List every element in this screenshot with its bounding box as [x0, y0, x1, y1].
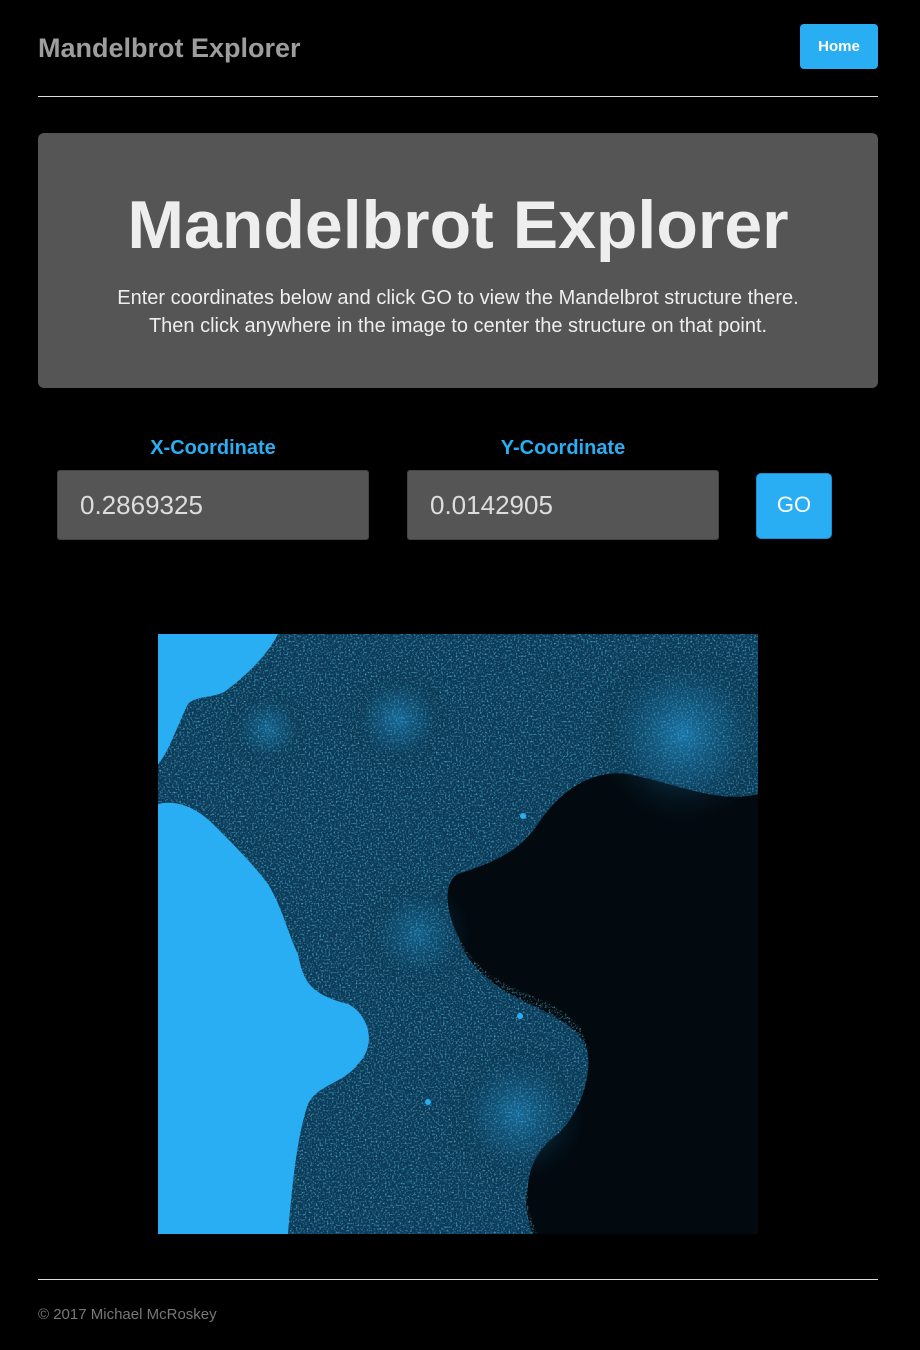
- x-coordinate-input[interactable]: [57, 470, 369, 540]
- brand-title[interactable]: Mandelbrot Explorer: [38, 30, 301, 66]
- page: Mandelbrot Explorer Home Mandelbrot Expl…: [0, 0, 920, 1350]
- mini-mandelbrot: [520, 813, 526, 819]
- spiral-top-middle: [348, 669, 448, 769]
- mini-mandelbrot-2: [425, 1099, 431, 1105]
- mandelbrot-image[interactable]: [158, 634, 758, 1234]
- intro-line-2: Then click anywhere in the image to cent…: [148, 315, 768, 337]
- intro-panel: Mandelbrot Explorer: [38, 133, 878, 388]
- footer: © 2017 Michael McRoskey: [38, 1279, 878, 1325]
- mini-mandelbrot-3: [517, 1013, 523, 1019]
- go-button[interactable]: GO: [756, 473, 832, 539]
- intro-line-1: Enter coordinates below and click GO to …: [117, 287, 799, 309]
- y-coordinate-label: Y-Coordinate: [500, 437, 626, 459]
- x-coordinate-label: X-Coordinate: [150, 437, 276, 459]
- home-button[interactable]: Home: [800, 24, 878, 69]
- mandelbrot-canvas[interactable]: [158, 634, 758, 1234]
- page-title: Mandelbrot Explorer: [127, 187, 789, 263]
- spiral-center: [363, 879, 473, 989]
- spiral-bottom: [448, 1044, 588, 1184]
- y-coordinate-input[interactable]: [407, 470, 719, 540]
- copyright-text: © 2017 Michael McRoskey: [38, 1306, 217, 1323]
- navbar: Mandelbrot Explorer Home: [38, 24, 878, 97]
- spiral-top-left: [228, 689, 308, 769]
